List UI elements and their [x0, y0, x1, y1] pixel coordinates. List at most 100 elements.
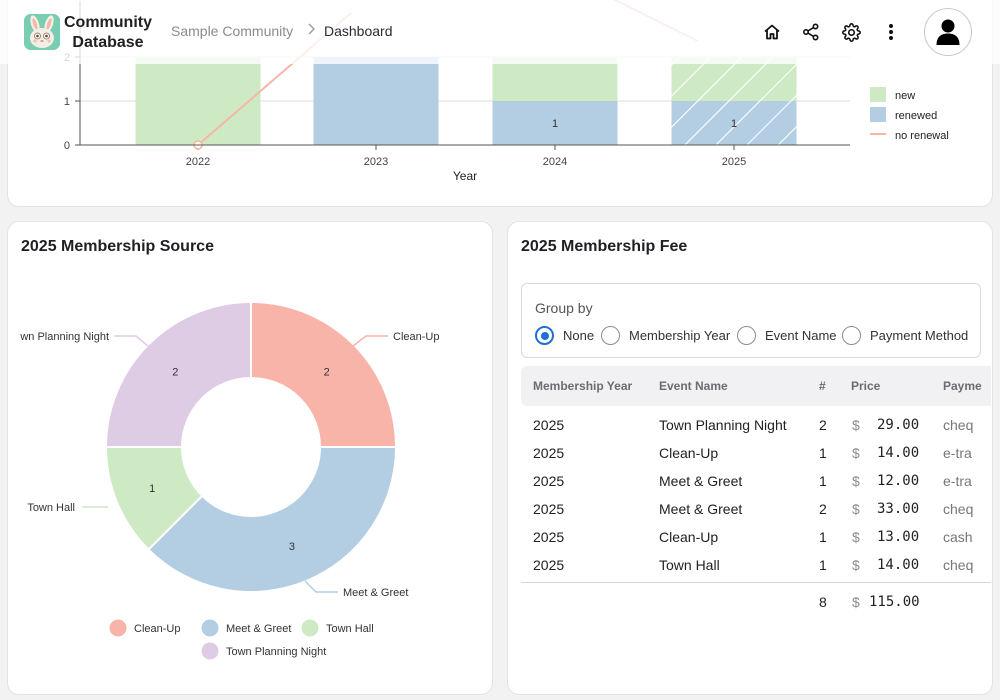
column-header-payment-method[interactable]: Payme — [943, 379, 982, 393]
legend-label: Meet & Greet — [226, 623, 291, 635]
table-row[interactable]: 2025 Meet & Greet 2 $ 33.00 cheq — [521, 495, 991, 523]
table-row[interactable]: 2025 Clean-Up 1 $ 13.00 cash — [521, 523, 991, 551]
share-button[interactable] — [799, 20, 823, 44]
group-by-panel: Group by None Membership Year Event Name… — [521, 283, 981, 358]
cell-payment: e-tra — [943, 445, 972, 461]
cell-price: 13.00 — [877, 529, 920, 545]
bar-renewed — [313, 57, 439, 145]
data-label: 1 — [731, 118, 737, 130]
table-row[interactable]: 2025 Meet & Greet 1 $ 12.00 e-tra — [521, 467, 991, 495]
more-menu-button[interactable] — [879, 20, 903, 44]
donut-slice — [104, 300, 252, 448]
column-header-price[interactable]: Price — [851, 379, 880, 393]
gear-icon — [841, 22, 861, 42]
cell-currency: $ — [852, 557, 860, 573]
column-header-count[interactable]: # — [819, 379, 826, 393]
cell-price: 14.00 — [877, 557, 920, 573]
total-price: 115.00 — [869, 594, 920, 610]
cell-year: 2025 — [533, 501, 565, 517]
group-by-membership-year-radio[interactable]: Membership Year — [601, 326, 730, 345]
cell-count: 1 — [819, 529, 827, 545]
membership-source-card: 2025 Membership Source 2 3 1 2 Clean-Up Meet … — [7, 221, 493, 695]
user-avatar-button[interactable] — [924, 8, 972, 56]
share-icon — [802, 23, 819, 41]
cell-year: 2025 — [533, 417, 565, 433]
membership-fee-card: 2025 Membership Fee Group by None Member… — [507, 221, 993, 695]
app-name-line2: Database — [72, 34, 144, 51]
table-row[interactable]: 2025 Clean-Up 1 $ 14.00 e-tra — [521, 439, 991, 467]
membership-source-donut-chart: 2 3 1 2 Clean-Up Meet & Greet Town Hall wn Plan… — [19, 300, 439, 660]
radio-label: Payment Method — [870, 328, 969, 343]
legend-label: Clean-Up — [134, 623, 180, 635]
radio-selected-icon — [535, 326, 554, 345]
total-currency: $ — [852, 594, 860, 610]
cell-count: 2 — [819, 417, 827, 433]
cell-event: Meet & Greet — [659, 501, 743, 517]
y-tick-label: 0 — [64, 140, 70, 152]
cell-year: 2025 — [533, 529, 565, 545]
cell-count: 1 — [819, 557, 827, 573]
legend-label-renewed: renewed — [895, 110, 937, 122]
y-tick-label: 1 — [64, 96, 70, 108]
cell-currency: $ — [852, 473, 860, 489]
data-label: 1 — [552, 118, 558, 130]
cell-payment: cheq — [943, 557, 974, 573]
cell-event: Meet & Greet — [659, 473, 743, 489]
bunny-logo-icon[interactable] — [24, 14, 60, 50]
x-tick-label: 2024 — [543, 156, 567, 168]
group-by-label: Group by — [535, 300, 593, 316]
breadcrumb-dashboard: Dashboard — [324, 23, 393, 39]
cell-price: 33.00 — [877, 501, 920, 517]
cell-price: 14.00 — [877, 445, 920, 461]
legend-label-new: new — [895, 90, 915, 102]
cell-count: 2 — [819, 501, 827, 517]
table-total-divider — [521, 582, 991, 583]
cell-event: Town Hall — [659, 557, 720, 573]
breadcrumb-community[interactable]: Sample Community — [171, 23, 293, 39]
group-by-payment-method-radio[interactable]: Payment Method — [842, 326, 968, 345]
slice-leader-line — [304, 580, 338, 593]
radio-label: Membership Year — [629, 328, 731, 343]
cell-payment: e-tra — [943, 473, 972, 489]
radio-label: Event Name — [765, 328, 837, 343]
x-tick-label: 2023 — [364, 156, 388, 168]
slice-outer-label: Meet & Greet — [343, 587, 408, 599]
cell-price: 12.00 — [877, 473, 920, 489]
column-header-membership-year[interactable]: Membership Year — [533, 379, 632, 393]
cell-event: Clean-Up — [659, 445, 719, 461]
slice-outer-label: wn Planning Night — [19, 331, 109, 343]
group-by-none-radio[interactable]: None — [535, 326, 594, 345]
slice-leader-line — [352, 335, 388, 347]
bar-new — [135, 57, 261, 145]
legend-marker — [109, 619, 127, 637]
cell-year: 2025 — [533, 445, 565, 461]
cell-count: 1 — [819, 473, 827, 489]
more-vertical-icon — [889, 24, 893, 40]
slice-outer-label: Clean-Up — [393, 331, 439, 343]
cell-year: 2025 — [533, 473, 565, 489]
slice-value-label: 3 — [289, 541, 295, 553]
app-header: Community Database Sample Community Dash… — [0, 0, 1000, 64]
table-row[interactable]: 2025 Town Hall 1 $ 14.00 cheq — [521, 551, 991, 579]
legend-label: Town Hall — [326, 623, 374, 635]
group-by-event-name-radio[interactable]: Event Name — [737, 326, 837, 345]
radio-unselected-icon — [842, 326, 861, 345]
home-button[interactable] — [760, 20, 784, 44]
cell-currency: $ — [852, 445, 860, 461]
x-axis-title: Year — [453, 169, 477, 183]
cell-event: Clean-Up — [659, 529, 719, 545]
app-name[interactable]: Community Database — [64, 13, 152, 53]
slice-value-label: 2 — [324, 366, 330, 378]
legend-label: Town Planning Night — [226, 646, 326, 658]
column-header-event-name[interactable]: Event Name — [659, 379, 728, 393]
slice-leader-line — [114, 335, 149, 347]
settings-button[interactable] — [839, 20, 863, 44]
legend-marker — [201, 619, 219, 637]
cell-currency: $ — [852, 529, 860, 545]
cell-count: 1 — [819, 445, 827, 461]
home-icon — [764, 24, 780, 40]
radio-unselected-icon — [601, 326, 620, 345]
x-tick-label: 2022 — [186, 156, 210, 168]
cell-year: 2025 — [533, 557, 565, 573]
table-row[interactable]: 2025 Town Planning Night 2 $ 29.00 cheq — [521, 411, 991, 439]
